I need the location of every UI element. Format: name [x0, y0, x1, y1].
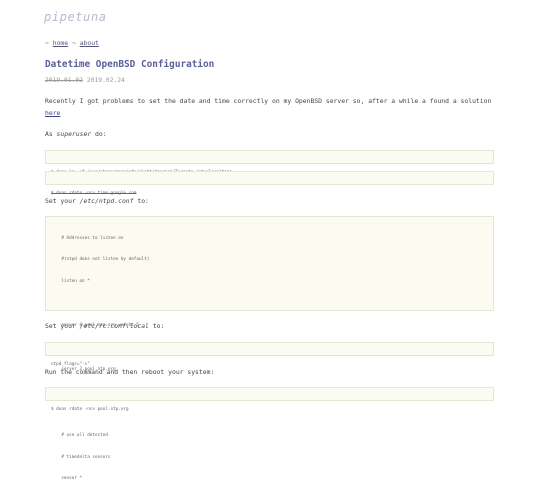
code-line: listen on *	[51, 279, 90, 285]
solution-link[interactable]: here	[45, 109, 60, 117]
ntpd-path: /etc/ntpd.conf	[79, 197, 134, 205]
page: pipetuna ~ home ~ about Datetime OpenBSD…	[0, 0, 540, 481]
ntpd-before: Set your	[45, 197, 80, 205]
code-block-rdate-deprecated: $ doas rdate -ncv time.google.com	[45, 171, 494, 196]
code-line: # Addresses to listen on	[51, 235, 124, 241]
code-block-rc-conf: ntpd_flags="-s"	[45, 342, 494, 367]
rcconf-path: /etc/rc.conf.local	[79, 322, 149, 330]
code-line: sensor *	[51, 476, 83, 482]
code-line: # timedelta sensors	[51, 454, 111, 460]
nav-link-about[interactable]: about	[80, 39, 99, 47]
code-line: # use all detected	[51, 432, 108, 438]
rcconf-before: Set your	[45, 322, 80, 330]
rcconf-after: to:	[148, 322, 165, 330]
nav-link-home[interactable]: home	[53, 39, 68, 47]
nav-separator: ~	[71, 39, 76, 47]
nav-prefix: ~	[45, 39, 49, 47]
code-line: $ doas rdate -ncv pool.ntp.org	[51, 406, 129, 412]
superuser-before: As	[45, 130, 57, 138]
post-date-original: 2019.01.02	[45, 77, 83, 84]
code-block-rdate-pool: $ doas rdate -ncv pool.ntp.org	[45, 387, 494, 412]
ntpd-paragraph: Set your /etc/ntpd.conf to:	[45, 195, 495, 207]
superuser-emph: superuser	[56, 130, 92, 138]
post-date-updated: 2019.02.24	[86, 77, 125, 84]
post-dates: 2019.01.02 2019.02.24	[45, 77, 125, 84]
superuser-after: do:	[91, 130, 107, 138]
rcconf-paragraph: Set your /etc/rc.conf.local to:	[45, 320, 495, 332]
superuser-paragraph: As superuser do:	[45, 128, 495, 140]
post-title: Datetime OpenBSD Configuration	[45, 59, 215, 70]
code-block-ntpd-conf: # Addresses to listen on #(ntpd does not…	[45, 216, 494, 481]
code-line: #(ntpd does not listen by default)	[51, 257, 150, 263]
nav-bar: ~ home ~ about	[45, 39, 99, 47]
reboot-paragraph: Run the command and then reboot your sys…	[45, 368, 215, 376]
code-block-timezone: $ doas ln -sf /usr/share/zoneinfo/right/…	[45, 150, 494, 175]
ntpd-after: to:	[133, 197, 149, 205]
intro-text: Recently I got problems to set the date …	[45, 97, 492, 105]
intro-paragraph: Recently I got problems to set the date …	[45, 95, 495, 119]
site-title[interactable]: pipetuna	[44, 10, 107, 24]
